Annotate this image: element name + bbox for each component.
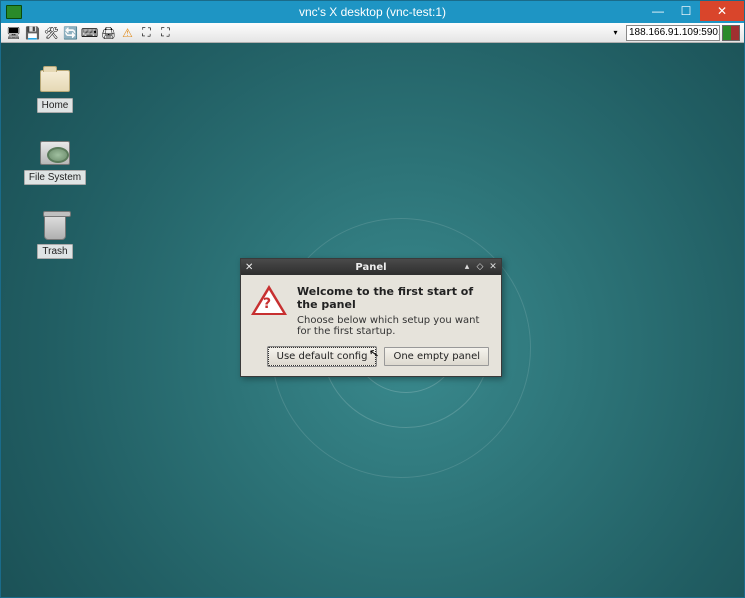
gear-icon: ✕ [245,262,253,273]
icon-label: Trash [37,244,72,259]
trash-icon [44,214,66,240]
settings-icon[interactable]: 🛠 [43,25,60,41]
dialog-titlebar[interactable]: ✕ Panel ▴ ◇ ✕ [241,259,501,275]
use-default-config-button[interactable]: Use default config [268,347,377,366]
dialog-subtext: Choose below which setup you want for th… [297,315,489,337]
dialog-menu-button[interactable]: ▴ [462,262,472,272]
window-controls: — ☐ ✕ [644,1,744,21]
minimize-button[interactable]: — [644,1,672,21]
scale-icon[interactable]: ⛶ [138,25,155,41]
dialog-title: Panel [355,262,386,273]
new-connection-icon[interactable]: 🖥 [5,25,22,41]
panel-dialog: ✕ Panel ▴ ◇ ✕ ? Welcome to the first sta… [240,258,502,377]
dropdown-icon[interactable]: ▾ [607,25,624,41]
folder-icon [40,70,70,92]
save-icon[interactable]: 💾 [24,25,41,41]
connection-status-icon [722,25,740,41]
desktop-icon-home[interactable]: Home [23,67,87,113]
maximize-button[interactable]: ☐ [672,1,700,21]
drive-icon [40,141,70,165]
icon-label: File System [24,170,86,185]
titlebar: vnc's X desktop (vnc-test:1) — ☐ ✕ [1,1,744,23]
vnc-toolbar: 🖥 💾 🛠 🔄 ⌨ 🖨 ⚠ ⛶ ⛶ ▾ 188.166.91.109:5901 [1,23,744,43]
desktop-icon-trash[interactable]: Trash [23,213,87,259]
address-box[interactable]: 188.166.91.109:5901 [626,25,720,41]
keyboard-icon[interactable]: ⌨ [81,25,98,41]
app-icon [6,5,22,19]
icon-label: Home [37,98,74,113]
vnc-window: vnc's X desktop (vnc-test:1) — ☐ ✕ 🖥 💾 🛠… [0,0,745,598]
one-empty-panel-button[interactable]: One empty panel [384,347,489,366]
cad-icon[interactable]: 🖨 [100,25,117,41]
fullscreen-icon[interactable]: ⛶ [157,25,174,41]
dialog-close-button[interactable]: ✕ [488,262,498,272]
refresh-icon[interactable]: 🔄 [62,25,79,41]
dialog-heading: Welcome to the first start of the panel [297,285,489,311]
window-title: vnc's X desktop (vnc-test:1) [299,5,446,19]
dialog-max-button[interactable]: ◇ [475,262,485,272]
remote-desktop[interactable]: Home File System Trash ✕ Panel ▴ ◇ ✕ [1,43,744,597]
warning-icon: ? [251,285,287,317]
desktop-icon-filesystem[interactable]: File System [23,139,87,185]
info-icon[interactable]: ⚠ [119,25,136,41]
close-button[interactable]: ✕ [700,1,744,21]
